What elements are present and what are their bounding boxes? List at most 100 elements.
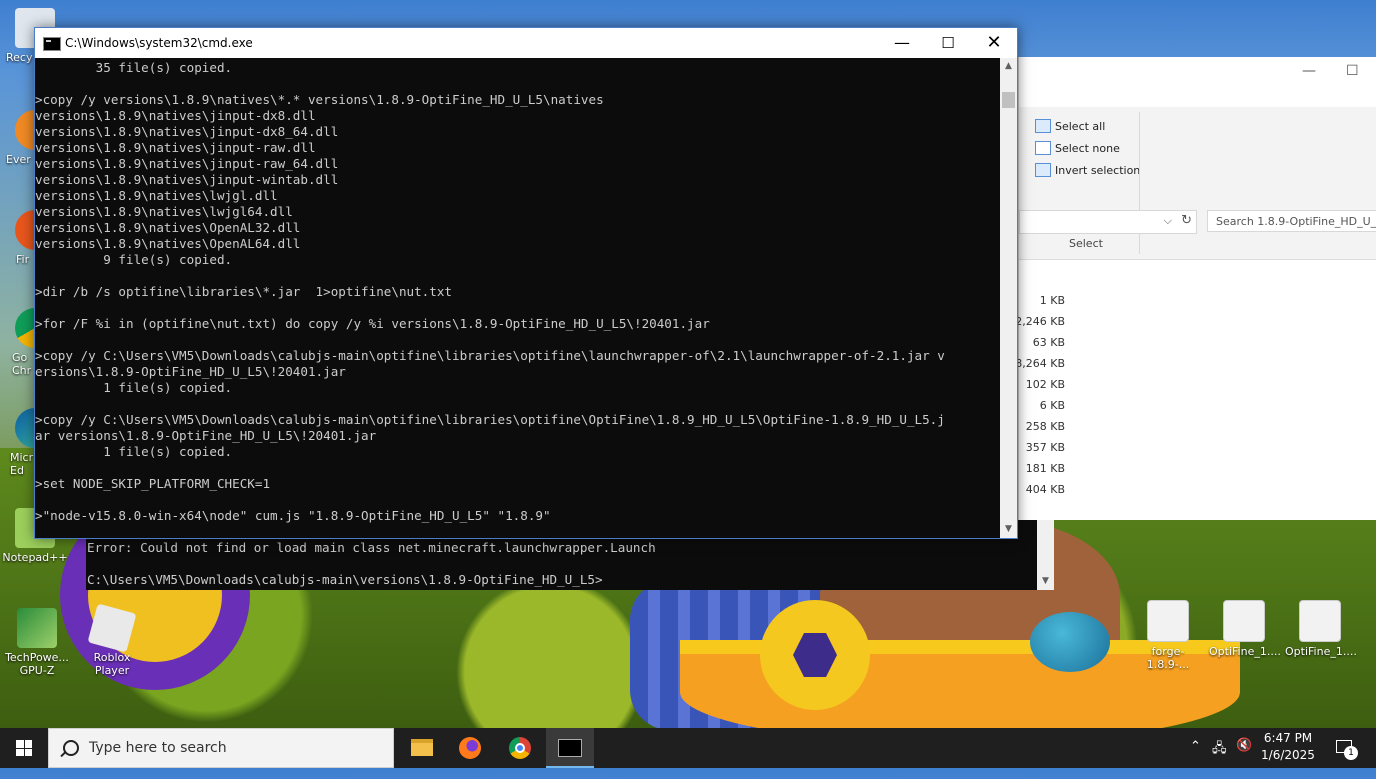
cmd-window[interactable]: C:\Windows\system32\cmd.exe — ☐ ✕ 35 fil… [34,27,1018,539]
console-line: versions\1.8.9\natives\lwjgl64.dll [35,204,293,219]
console-line: ar versions\1.8.9-OptiFine_HD_U_L5\!2040… [35,428,377,443]
cmd-window-title: C:\Windows\system32\cmd.exe [65,36,253,50]
taskbar-clock[interactable]: 6:47 PM 1/6/2025 [1258,730,1318,764]
windows-logo-icon [16,740,32,756]
console-output-background: Error: Could not find or load main class… [87,540,656,588]
console-line: Error: Could not find or load main class… [87,540,656,555]
taskbar-file-explorer[interactable] [398,728,446,768]
java-icon [1147,600,1189,642]
desktop-icon-label: OptiFine_1.... [1285,645,1357,658]
cmd-output[interactable]: 35 file(s) copied. >copy /y versions\1.8.… [35,58,1000,538]
console-line: 35 file(s) copied. [35,60,233,75]
explorer-ribbon: Select all Select none Invert selection … [1019,107,1376,260]
folder-icon [411,739,433,756]
taskbar-chrome[interactable] [496,728,544,768]
roblox-icon [87,603,137,653]
notification-count-badge: 1 [1344,746,1358,760]
maximize-button[interactable]: ☐ [925,28,971,58]
minimize-button[interactable]: — [879,28,925,58]
select-none-button[interactable]: Select none [1035,141,1120,155]
explorer-search-input[interactable]: Search 1.8.9-OptiFine_HD_U_L5 [1207,210,1376,232]
explorer-minimize-button[interactable]: — [1302,63,1316,79]
console-line: 1 file(s) copied. [35,380,233,395]
address-bar[interactable]: ⌵ ↻ [1019,210,1197,234]
wallpaper-ball [1030,612,1110,672]
cmd-scrollbar[interactable]: ▲ ▼ [1000,58,1017,538]
scrollbar-thumb[interactable] [1002,92,1015,108]
desktop-icon-label: OptiFine_1.... [1209,645,1281,658]
desktop-icon-label: forge-1.8.9-... [1146,645,1190,671]
volume-muted-icon[interactable]: 🔇 [1236,738,1252,778]
chrome-icon [509,737,531,759]
start-button[interactable] [0,728,48,768]
scroll-up-icon[interactable]: ▲ [1000,58,1017,75]
refresh-icon[interactable]: ↻ [1181,213,1192,228]
select-all-button[interactable]: Select all [1035,119,1105,133]
cmd-titlebar[interactable]: C:\Windows\system32\cmd.exe — ☐ ✕ [35,28,1017,58]
console-line: >"node-v15.8.0-win-x64\node" cum.js "1.8… [35,508,551,523]
scroll-down-icon[interactable]: ▼ [1000,521,1017,538]
taskbar-cmd[interactable] [546,728,594,768]
desktop-icon-optifine-1[interactable]: OptiFine_1.... [1209,600,1281,658]
console-line: versions\1.8.9\natives\OpenAL32.dll [35,220,301,235]
ribbon-group-select: Select [1069,237,1103,250]
explorer-maximize-button[interactable]: ☐ [1346,63,1359,79]
java-icon [1223,600,1265,642]
desktop-icon-optifine-2[interactable]: OptiFine_1.... [1285,600,1357,658]
search-placeholder: Type here to search [89,740,227,756]
console-line: 1 file(s) copied. [35,444,233,459]
chevron-down-icon[interactable]: ⌵ [1164,214,1172,228]
desktop-icon-roblox[interactable]: Roblox Player [77,603,147,677]
desktop-icon-label: TechPowe... GPU-Z [5,651,69,677]
select-none-label: Select none [1055,141,1120,155]
taskbar-firefox[interactable] [446,728,494,768]
file-explorer-window: — ☐ Select all Select none Invert select… [1015,57,1376,520]
scroll-down-icon[interactable]: ▼ [1037,573,1054,590]
console-line: versions\1.8.9\natives\jinput-raw_64.dll [35,156,339,171]
desktop-icon-label: Notepad++ [2,551,68,564]
wallpaper-wrench [760,600,870,710]
desktop-icon-label: Roblox Player [93,651,131,677]
invert-selection-button[interactable]: Invert selection [1035,163,1140,177]
console-line: >copy /y versions\1.8.9\natives\*.* vers… [35,92,604,107]
select-none-icon [1035,141,1051,155]
console-line: versions\1.8.9\natives\jinput-dx8.dll [35,108,316,123]
search-icon [63,740,79,756]
taskbar-search-box[interactable]: Type here to search [48,728,394,768]
desktop-icon-forge[interactable]: forge-1.8.9-... [1133,600,1203,671]
console-line: >for /F %i in (optifine\nut.txt) do copy… [35,316,710,331]
console-line: ersions\1.8.9-OptiFine_HD_U_L5\!20401.ja… [35,364,346,379]
console-line: >copy /y C:\Users\VM5\Downloads\calubjs-… [35,412,945,427]
network-icon[interactable]: 🖧 [1212,739,1227,779]
console-line: versions\1.8.9\natives\jinput-dx8_64.dll [35,124,339,139]
desktop-icon-gpu-z[interactable]: TechPowe... GPU-Z [2,608,72,677]
console-line: versions\1.8.9\natives\jinput-wintab.dll [35,172,339,187]
chevron-up-icon[interactable]: ⌃ [1190,739,1201,779]
select-all-icon [1035,119,1051,133]
select-all-label: Select all [1055,119,1106,133]
taskbar: Type here to search ⌃ 🖧 🔇 6:47 PM 1/6/20… [0,728,1376,768]
console-line: 9 file(s) copied. [35,252,233,267]
console-line: versions\1.8.9\natives\lwjgl.dll [35,188,278,203]
invert-selection-label: Invert selection [1055,163,1141,177]
gpu-z-icon [17,608,57,648]
java-icon [1299,600,1341,642]
console-scrollbar-background[interactable]: ▼ [1037,520,1054,590]
close-button[interactable]: ✕ [971,28,1017,58]
clock-date: 1/6/2025 [1261,748,1315,762]
invert-selection-icon [1035,163,1051,177]
console-line: C:\Users\VM5\Downloads\calubjs-main\vers… [87,572,603,587]
console-line: >set NODE_SKIP_PLATFORM_CHECK=1 [35,476,271,491]
notification-center-button[interactable]: 1 [1334,738,1358,760]
console-line: versions\1.8.9\natives\jinput-raw.dll [35,140,316,155]
console-line: >copy /y C:\Users\VM5\Downloads\calubjs-… [35,348,945,363]
firefox-icon [459,737,481,759]
